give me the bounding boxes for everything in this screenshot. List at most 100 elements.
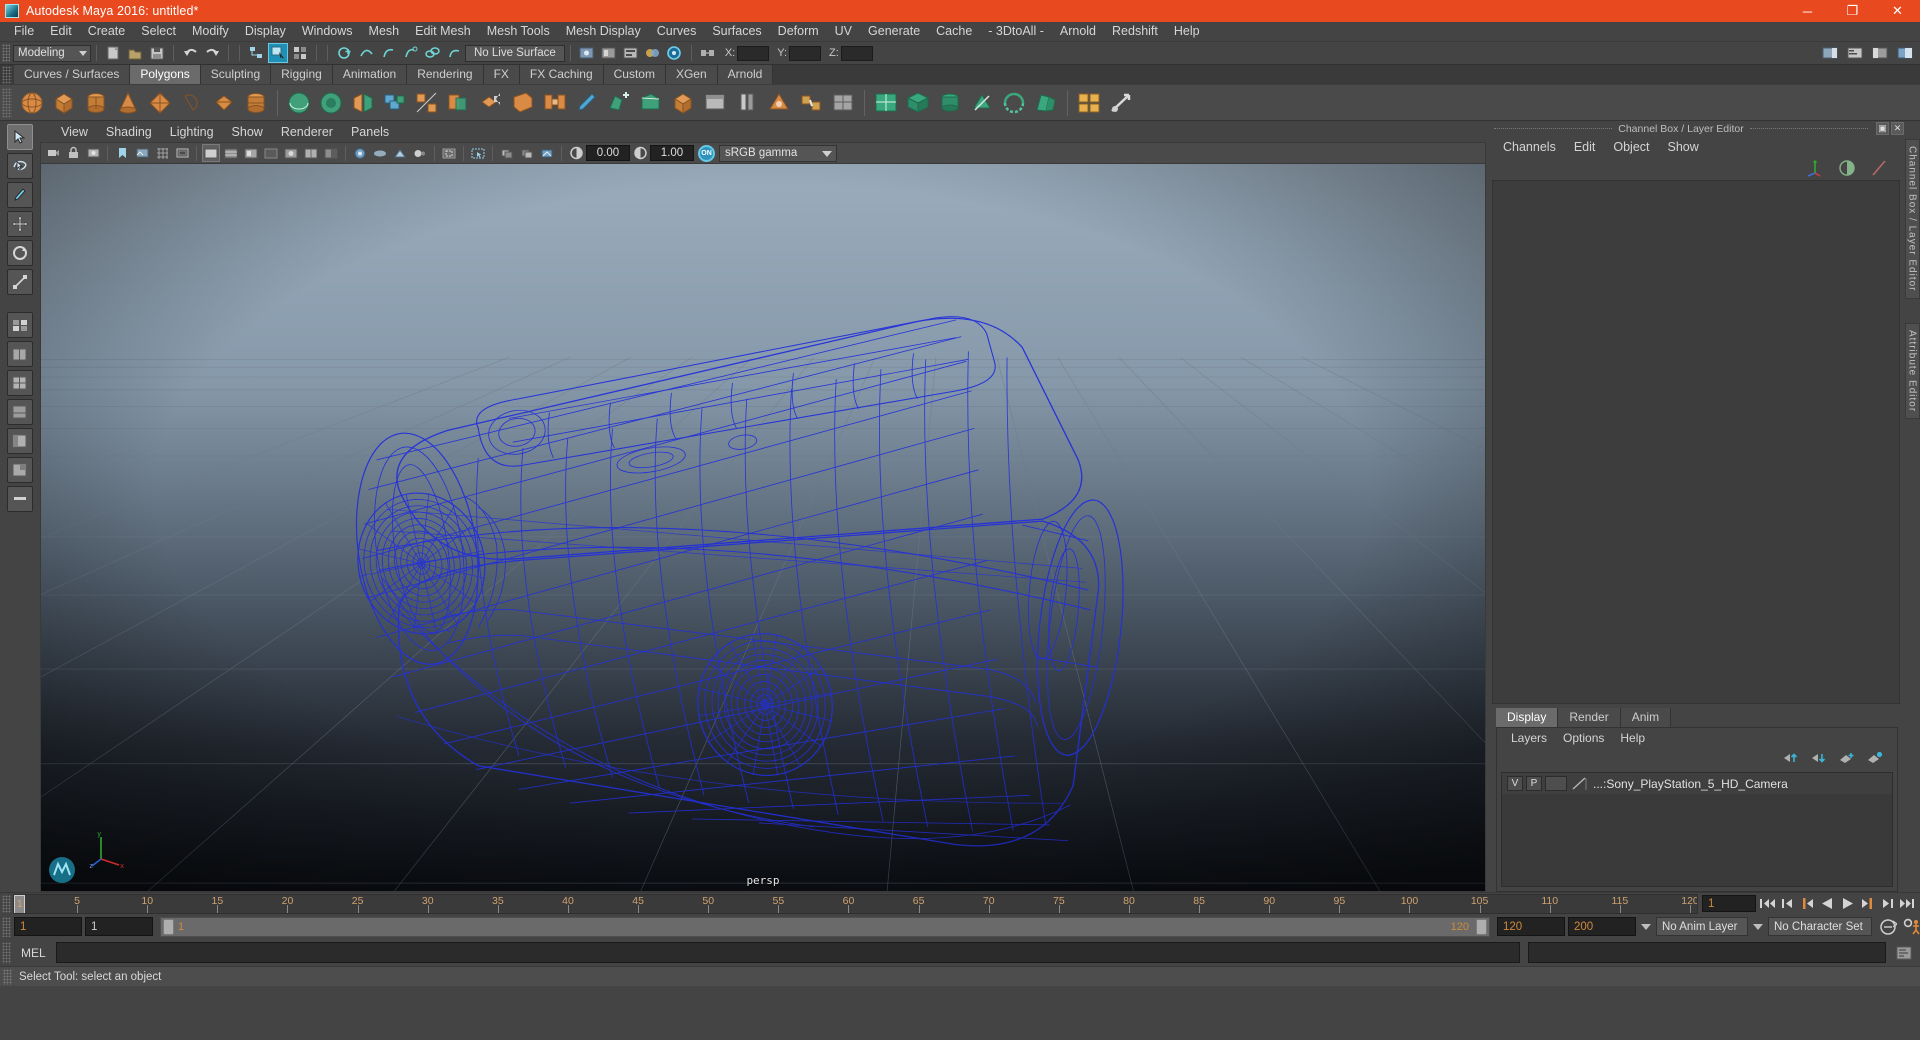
command-language-label[interactable]: MEL <box>15 946 52 960</box>
shelf-tab-custom[interactable]: Custom <box>603 65 666 84</box>
create-new-layer-icon[interactable] <box>1839 751 1855 768</box>
range-bar[interactable]: 1 120 <box>160 916 1490 937</box>
undo-icon[interactable] <box>180 43 200 63</box>
command-input[interactable] <box>55 942 1520 963</box>
pencil-curve-icon[interactable] <box>572 88 602 118</box>
shelf-tab-rigging[interactable]: Rigging <box>271 65 333 84</box>
time-slider-track[interactable]: 1 5 10 15 20 25 30 35 40 45 50 55 60 65 70 75 80 85 90 95 1… <box>13 893 1698 914</box>
wedge-face-icon[interactable] <box>636 88 666 118</box>
go-to-start-icon[interactable] <box>1758 895 1776 913</box>
shelf-tab-sculpting[interactable]: Sculpting <box>200 65 272 84</box>
snap-to-view-plane-icon[interactable] <box>422 43 442 63</box>
channel-box-menu-edit[interactable]: Edit <box>1565 140 1605 154</box>
maximize-button[interactable]: ❐ <box>1830 0 1875 22</box>
channel-box-menu-object[interactable]: Object <box>1604 140 1658 154</box>
layer-row[interactable]: V P ...:Sony_PlayStation_5_HD_Camera <box>1502 773 1892 794</box>
anim-start-field[interactable]: 1 <box>14 917 82 936</box>
vertical-tab-attribute-editor[interactable]: Attribute Editor <box>1904 322 1920 419</box>
menu-item-uv[interactable]: UV <box>827 22 860 41</box>
target-weld-icon[interactable] <box>764 88 794 118</box>
step-forward-key-icon[interactable] <box>1858 895 1876 913</box>
xray-icon[interactable] <box>440 144 458 162</box>
rotate-tool-button[interactable] <box>7 240 33 266</box>
move-layer-down-icon[interactable] <box>1811 751 1827 768</box>
shelf-tab-animation[interactable]: Animation <box>332 65 408 84</box>
uv-layout-icon[interactable] <box>1074 88 1104 118</box>
poly-cube-orange-icon[interactable] <box>668 88 698 118</box>
menu-set-selector[interactable]: Modeling <box>13 44 91 62</box>
select-by-object-type-icon[interactable] <box>268 43 288 63</box>
tab-display[interactable]: Display <box>1496 708 1559 727</box>
viewport-menu-lighting[interactable]: Lighting <box>161 123 223 142</box>
quick-layout-four-view-button[interactable] <box>7 370 33 396</box>
viewport-canvas[interactable]: persp y x z <box>40 163 1486 892</box>
poly-cube-icon[interactable] <box>49 88 79 118</box>
menu-item-file[interactable]: File <box>6 22 42 41</box>
image-plane-icon[interactable] <box>133 144 151 162</box>
isolate-select-icon[interactable] <box>469 144 487 162</box>
paint-select-tool-button[interactable] <box>7 182 33 208</box>
shelf-tab-rendering[interactable]: Rendering <box>407 65 484 84</box>
toggle-attribute-editor-icon[interactable] <box>1845 43 1865 63</box>
command-output[interactable] <box>1528 942 1886 963</box>
toggle-tool-settings-icon[interactable] <box>1870 43 1890 63</box>
shelf-tab-fx-caching[interactable]: FX Caching <box>519 65 604 84</box>
script-editor-icon[interactable] <box>1894 943 1914 963</box>
toolbar-grip[interactable] <box>2 44 10 62</box>
hypershade-icon[interactable] <box>643 43 663 63</box>
menu-item-help[interactable]: Help <box>1166 22 1208 41</box>
menu-item-deform[interactable]: Deform <box>770 22 827 41</box>
camera-attributes-icon[interactable] <box>84 144 102 162</box>
layer-visibility-toggle[interactable]: V <box>1507 776 1523 791</box>
exposure-value-field[interactable]: 0.00 <box>586 145 630 161</box>
quick-layout-single-button[interactable] <box>7 312 33 338</box>
quick-layout-more-button[interactable] <box>7 486 33 512</box>
append-polygon-icon[interactable] <box>604 88 634 118</box>
quick-layout-persp-outliner-button[interactable] <box>7 341 33 367</box>
step-back-key-icon[interactable] <box>1798 895 1816 913</box>
menu-item-cache[interactable]: Cache <box>928 22 980 41</box>
undock-icon[interactable]: ▣ <box>1876 122 1889 135</box>
redo-icon[interactable] <box>202 43 222 63</box>
channel-box-menu-channels[interactable]: Channels <box>1494 140 1565 154</box>
go-to-end-icon[interactable] <box>1898 895 1916 913</box>
toggle-channel-box-icon[interactable] <box>1895 43 1915 63</box>
menu-item-redshift[interactable]: Redshift <box>1104 22 1166 41</box>
snap-to-point-icon[interactable] <box>378 43 398 63</box>
toggle-modeling-toolkit-icon[interactable] <box>1820 43 1840 63</box>
play-forwards-icon[interactable] <box>1838 895 1856 913</box>
shadows-icon[interactable] <box>322 144 340 162</box>
uv-snapshot-icon[interactable] <box>1106 88 1136 118</box>
snap-to-projected-center-icon[interactable] <box>400 43 420 63</box>
vertical-tab-channel-box[interactable]: Channel Box / Layer Editor <box>1904 139 1920 299</box>
menu-item-surfaces[interactable]: Surfaces <box>704 22 769 41</box>
tab-render[interactable]: Render <box>1558 708 1621 727</box>
film-gate-icon[interactable] <box>173 144 191 162</box>
wireframe-shading-icon[interactable] <box>202 144 220 162</box>
input-output-connections-icon[interactable] <box>698 43 718 63</box>
select-by-component-type-icon[interactable] <box>290 43 310 63</box>
shelf-tab-fx[interactable]: FX <box>483 65 520 84</box>
gamma-icon[interactable] <box>631 144 649 162</box>
live-surface-field[interactable]: No Live Surface <box>465 44 565 62</box>
depth-of-field-icon[interactable] <box>411 144 429 162</box>
menu-item-display[interactable]: Display <box>237 22 294 41</box>
extrude-icon[interactable] <box>476 88 506 118</box>
shelf-tab-xgen[interactable]: XGen <box>665 65 718 84</box>
menu-item-curves[interactable]: Curves <box>649 22 705 41</box>
bridge-icon[interactable] <box>540 88 570 118</box>
time-slider-playhead[interactable]: 1 <box>14 894 25 913</box>
layer-playback-toggle[interactable]: P <box>1526 776 1542 791</box>
poly-plane-icon[interactable] <box>177 88 207 118</box>
open-scene-icon[interactable] <box>125 43 145 63</box>
poly-disc-icon[interactable] <box>209 88 239 118</box>
render-current-frame-icon[interactable] <box>577 43 597 63</box>
screen-space-ao-icon[interactable] <box>351 144 369 162</box>
select-tool-button[interactable] <box>7 124 33 150</box>
select-by-hierarchy-icon[interactable] <box>246 43 266 63</box>
color-profile-selector[interactable]: sRGB gamma <box>719 144 837 162</box>
viewport-menu-view[interactable]: View <box>52 123 97 142</box>
layer-list[interactable]: V P ...:Sony_PlayStation_5_HD_Camera <box>1501 772 1893 887</box>
bevel-icon[interactable] <box>508 88 538 118</box>
use-all-lights-icon[interactable] <box>302 144 320 162</box>
